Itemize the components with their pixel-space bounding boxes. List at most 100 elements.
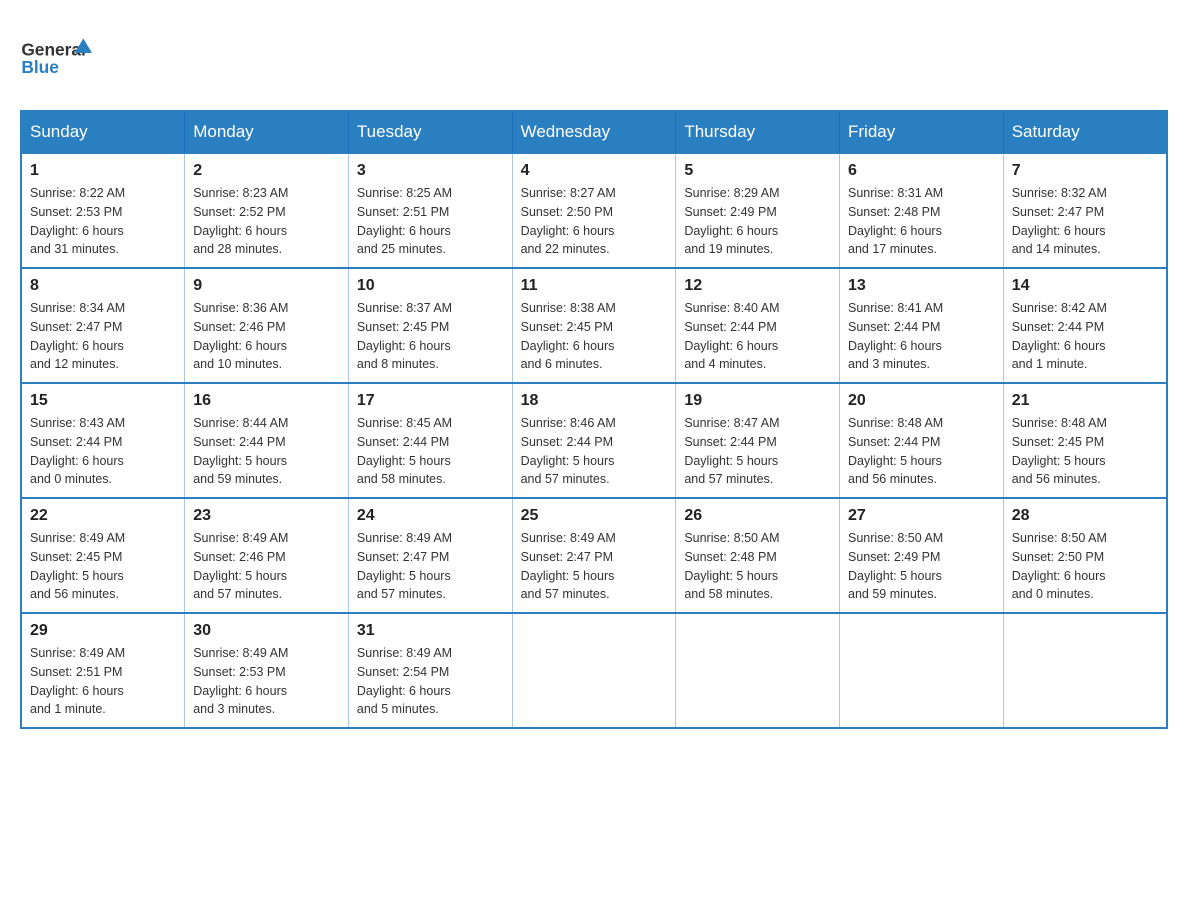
calendar-cell: 5 Sunrise: 8:29 AMSunset: 2:49 PMDayligh…	[676, 153, 840, 268]
calendar-cell: 17 Sunrise: 8:45 AMSunset: 2:44 PMDaylig…	[348, 383, 512, 498]
day-info: Sunrise: 8:50 AMSunset: 2:49 PMDaylight:…	[848, 529, 995, 604]
weekday-header-tuesday: Tuesday	[348, 111, 512, 153]
day-number: 22	[30, 507, 176, 525]
day-number: 7	[1012, 162, 1158, 180]
calendar-cell: 20 Sunrise: 8:48 AMSunset: 2:44 PMDaylig…	[840, 383, 1004, 498]
weekday-header-friday: Friday	[840, 111, 1004, 153]
weekday-header-row: SundayMondayTuesdayWednesdayThursdayFrid…	[21, 111, 1167, 153]
calendar-cell: 31 Sunrise: 8:49 AMSunset: 2:54 PMDaylig…	[348, 613, 512, 728]
calendar-cell: 3 Sunrise: 8:25 AMSunset: 2:51 PMDayligh…	[348, 153, 512, 268]
day-number: 12	[684, 277, 831, 295]
day-info: Sunrise: 8:49 AMSunset: 2:45 PMDaylight:…	[30, 529, 176, 604]
calendar-cell: 29 Sunrise: 8:49 AMSunset: 2:51 PMDaylig…	[21, 613, 185, 728]
calendar-week-3: 15 Sunrise: 8:43 AMSunset: 2:44 PMDaylig…	[21, 383, 1167, 498]
calendar-cell: 24 Sunrise: 8:49 AMSunset: 2:47 PMDaylig…	[348, 498, 512, 613]
calendar-week-5: 29 Sunrise: 8:49 AMSunset: 2:51 PMDaylig…	[21, 613, 1167, 728]
day-info: Sunrise: 8:37 AMSunset: 2:45 PMDaylight:…	[357, 299, 504, 374]
day-number: 4	[521, 162, 668, 180]
calendar-cell: 12 Sunrise: 8:40 AMSunset: 2:44 PMDaylig…	[676, 268, 840, 383]
calendar-week-4: 22 Sunrise: 8:49 AMSunset: 2:45 PMDaylig…	[21, 498, 1167, 613]
page-header: General Blue	[20, 20, 1168, 90]
calendar-cell	[1003, 613, 1167, 728]
calendar-cell: 6 Sunrise: 8:31 AMSunset: 2:48 PMDayligh…	[840, 153, 1004, 268]
day-number: 9	[193, 277, 340, 295]
day-info: Sunrise: 8:32 AMSunset: 2:47 PMDaylight:…	[1012, 184, 1158, 259]
calendar-table: SundayMondayTuesdayWednesdayThursdayFrid…	[20, 110, 1168, 729]
logo-svg: General Blue	[20, 20, 100, 90]
day-number: 27	[848, 507, 995, 525]
day-info: Sunrise: 8:27 AMSunset: 2:50 PMDaylight:…	[521, 184, 668, 259]
day-info: Sunrise: 8:49 AMSunset: 2:47 PMDaylight:…	[357, 529, 504, 604]
day-number: 13	[848, 277, 995, 295]
day-number: 26	[684, 507, 831, 525]
calendar-cell: 2 Sunrise: 8:23 AMSunset: 2:52 PMDayligh…	[185, 153, 349, 268]
calendar-cell: 9 Sunrise: 8:36 AMSunset: 2:46 PMDayligh…	[185, 268, 349, 383]
day-number: 23	[193, 507, 340, 525]
calendar-cell: 7 Sunrise: 8:32 AMSunset: 2:47 PMDayligh…	[1003, 153, 1167, 268]
calendar-cell: 13 Sunrise: 8:41 AMSunset: 2:44 PMDaylig…	[840, 268, 1004, 383]
calendar-cell: 19 Sunrise: 8:47 AMSunset: 2:44 PMDaylig…	[676, 383, 840, 498]
day-number: 10	[357, 277, 504, 295]
day-number: 30	[193, 622, 340, 640]
calendar-cell: 23 Sunrise: 8:49 AMSunset: 2:46 PMDaylig…	[185, 498, 349, 613]
day-info: Sunrise: 8:36 AMSunset: 2:46 PMDaylight:…	[193, 299, 340, 374]
weekday-header-wednesday: Wednesday	[512, 111, 676, 153]
calendar-week-1: 1 Sunrise: 8:22 AMSunset: 2:53 PMDayligh…	[21, 153, 1167, 268]
calendar-cell: 15 Sunrise: 8:43 AMSunset: 2:44 PMDaylig…	[21, 383, 185, 498]
day-info: Sunrise: 8:41 AMSunset: 2:44 PMDaylight:…	[848, 299, 995, 374]
day-info: Sunrise: 8:49 AMSunset: 2:51 PMDaylight:…	[30, 644, 176, 719]
day-info: Sunrise: 8:25 AMSunset: 2:51 PMDaylight:…	[357, 184, 504, 259]
day-info: Sunrise: 8:45 AMSunset: 2:44 PMDaylight:…	[357, 414, 504, 489]
day-info: Sunrise: 8:50 AMSunset: 2:50 PMDaylight:…	[1012, 529, 1158, 604]
calendar-cell: 30 Sunrise: 8:49 AMSunset: 2:53 PMDaylig…	[185, 613, 349, 728]
calendar-cell: 26 Sunrise: 8:50 AMSunset: 2:48 PMDaylig…	[676, 498, 840, 613]
day-number: 20	[848, 392, 995, 410]
svg-text:Blue: Blue	[21, 57, 59, 77]
day-info: Sunrise: 8:44 AMSunset: 2:44 PMDaylight:…	[193, 414, 340, 489]
day-info: Sunrise: 8:46 AMSunset: 2:44 PMDaylight:…	[521, 414, 668, 489]
day-info: Sunrise: 8:49 AMSunset: 2:47 PMDaylight:…	[521, 529, 668, 604]
day-number: 14	[1012, 277, 1158, 295]
calendar-cell: 4 Sunrise: 8:27 AMSunset: 2:50 PMDayligh…	[512, 153, 676, 268]
day-number: 24	[357, 507, 504, 525]
day-number: 2	[193, 162, 340, 180]
day-number: 29	[30, 622, 176, 640]
calendar-cell: 16 Sunrise: 8:44 AMSunset: 2:44 PMDaylig…	[185, 383, 349, 498]
day-number: 28	[1012, 507, 1158, 525]
calendar-cell: 10 Sunrise: 8:37 AMSunset: 2:45 PMDaylig…	[348, 268, 512, 383]
day-info: Sunrise: 8:31 AMSunset: 2:48 PMDaylight:…	[848, 184, 995, 259]
calendar-cell: 8 Sunrise: 8:34 AMSunset: 2:47 PMDayligh…	[21, 268, 185, 383]
day-info: Sunrise: 8:43 AMSunset: 2:44 PMDaylight:…	[30, 414, 176, 489]
day-number: 1	[30, 162, 176, 180]
day-number: 21	[1012, 392, 1158, 410]
calendar-cell: 18 Sunrise: 8:46 AMSunset: 2:44 PMDaylig…	[512, 383, 676, 498]
calendar-cell: 28 Sunrise: 8:50 AMSunset: 2:50 PMDaylig…	[1003, 498, 1167, 613]
day-info: Sunrise: 8:50 AMSunset: 2:48 PMDaylight:…	[684, 529, 831, 604]
day-info: Sunrise: 8:49 AMSunset: 2:46 PMDaylight:…	[193, 529, 340, 604]
calendar-week-2: 8 Sunrise: 8:34 AMSunset: 2:47 PMDayligh…	[21, 268, 1167, 383]
day-info: Sunrise: 8:34 AMSunset: 2:47 PMDaylight:…	[30, 299, 176, 374]
day-number: 11	[521, 277, 668, 295]
day-info: Sunrise: 8:23 AMSunset: 2:52 PMDaylight:…	[193, 184, 340, 259]
day-number: 3	[357, 162, 504, 180]
day-info: Sunrise: 8:48 AMSunset: 2:44 PMDaylight:…	[848, 414, 995, 489]
calendar-cell	[676, 613, 840, 728]
calendar-cell: 14 Sunrise: 8:42 AMSunset: 2:44 PMDaylig…	[1003, 268, 1167, 383]
day-number: 31	[357, 622, 504, 640]
day-info: Sunrise: 8:40 AMSunset: 2:44 PMDaylight:…	[684, 299, 831, 374]
day-number: 25	[521, 507, 668, 525]
calendar-cell: 21 Sunrise: 8:48 AMSunset: 2:45 PMDaylig…	[1003, 383, 1167, 498]
weekday-header-sunday: Sunday	[21, 111, 185, 153]
logo: General Blue	[20, 20, 100, 90]
day-number: 19	[684, 392, 831, 410]
calendar-cell	[512, 613, 676, 728]
calendar-cell: 25 Sunrise: 8:49 AMSunset: 2:47 PMDaylig…	[512, 498, 676, 613]
day-info: Sunrise: 8:29 AMSunset: 2:49 PMDaylight:…	[684, 184, 831, 259]
calendar-cell: 11 Sunrise: 8:38 AMSunset: 2:45 PMDaylig…	[512, 268, 676, 383]
calendar-cell: 27 Sunrise: 8:50 AMSunset: 2:49 PMDaylig…	[840, 498, 1004, 613]
day-info: Sunrise: 8:42 AMSunset: 2:44 PMDaylight:…	[1012, 299, 1158, 374]
calendar-cell: 22 Sunrise: 8:49 AMSunset: 2:45 PMDaylig…	[21, 498, 185, 613]
day-info: Sunrise: 8:49 AMSunset: 2:54 PMDaylight:…	[357, 644, 504, 719]
weekday-header-saturday: Saturday	[1003, 111, 1167, 153]
day-number: 18	[521, 392, 668, 410]
